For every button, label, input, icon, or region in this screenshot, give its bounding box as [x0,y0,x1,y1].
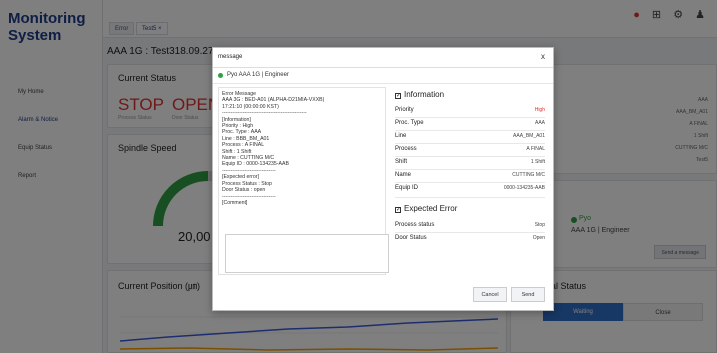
info-value: AAA_BM_A01 [513,133,545,139]
info-key: Equip ID [395,185,419,191]
cancel-button[interactable]: Cancel [473,287,507,302]
info-key: Shift [395,159,408,165]
expected-key: Process status [395,222,435,228]
info-value: 1 Shift [530,159,545,165]
online-status-icon [218,73,223,78]
dialog-footer: Cancel Send [213,280,553,310]
message-dialog: message x Pyo AAA 1G | Engineer Error Me… [212,47,554,311]
info-row-shift: Shift 1 Shift [395,157,545,169]
checkbox-checked-icon[interactable]: ✓ [395,207,401,213]
message-panel: Error Message AAA 3G : BED-A01 (ALPHA-D2… [218,87,389,275]
info-key: Name [395,172,412,178]
expected-row-door-status: Door Status Open [395,233,545,245]
comment-input[interactable] [225,234,389,273]
expected-key: Door Status [395,235,427,241]
info-key: Line [395,133,407,139]
info-row-proc-type: Proc. Type AAA [395,118,545,130]
info-value: AAA [534,120,545,126]
dialog-user-row: Pyo AAA 1G | Engineer [213,68,553,84]
close-icon[interactable]: x [541,52,545,61]
checkbox-checked-icon[interactable]: ✓ [395,93,401,99]
info-row-process: Process A FINAL [395,144,545,156]
information-header[interactable]: ✓ Information [395,90,444,99]
expected-error-title: Expected Error [404,204,458,213]
info-key: Process [395,146,417,152]
expected-row-process-status: Process status Stop [395,220,545,232]
dialog-title: message [218,54,243,60]
info-row-priority: Priority High [395,105,545,117]
info-key: Priority [395,107,414,113]
info-value: A FINAL [526,146,545,152]
dialog-header: message x [213,48,553,68]
info-row-line: Line AAA_BM_A01 [395,131,545,143]
divider [395,197,545,198]
dialog-user: Pyo AAA 1G | Engineer [227,72,289,78]
information-title: Information [404,90,445,99]
info-value: CUTTING M/C [512,172,545,178]
send-button[interactable]: Send [511,287,545,302]
info-key: Proc. Type [395,120,424,126]
expected-error-header[interactable]: ✓ Expected Error [395,204,457,213]
info-panel: ✓ Information Priority High Proc. Type AA… [391,87,549,275]
info-value: High [534,107,545,113]
info-value: 0000-134235-AAB [503,185,545,191]
message-body: Error Message AAA 3G : BED-A01 (ALPHA-D2… [222,91,325,206]
info-row-equip-id: Equip ID 0000-134235-AAB [395,183,545,195]
info-row-name: Name CUTTING M/C [395,170,545,182]
expected-value: Stop [534,222,545,228]
expected-value: Open [532,235,545,241]
